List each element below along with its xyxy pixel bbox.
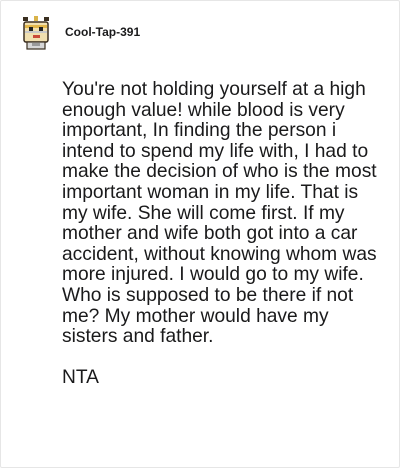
comment-card: Cool-Tap-391 You're not holding yourself…	[0, 0, 400, 468]
snoo-avatar-icon[interactable]	[19, 16, 53, 50]
comment-paragraph: NTA	[62, 367, 99, 389]
comment-body: You're not holding yourself at a high en…	[62, 79, 382, 389]
comment-paragraph: You're not holding yourself at a high en…	[62, 79, 377, 348]
author-username[interactable]: Cool-Tap-391	[65, 25, 140, 39]
comment-header: Cool-Tap-391	[19, 15, 140, 51]
